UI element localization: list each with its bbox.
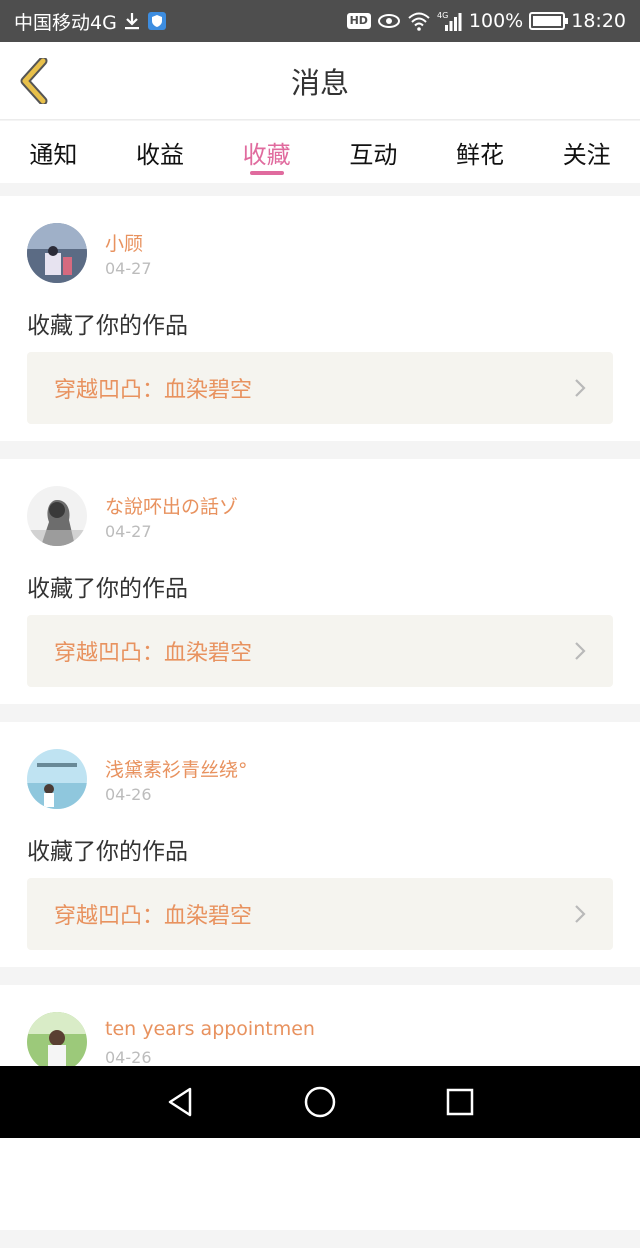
top-app-bar: 消息 bbox=[0, 42, 640, 120]
username[interactable]: な說吥出の話ゾ bbox=[105, 492, 238, 519]
active-tab-indicator bbox=[249, 171, 284, 175]
action-text: 收藏了你的作品 bbox=[27, 839, 188, 865]
tab-flowers[interactable]: 鲜花 bbox=[427, 121, 534, 183]
tab-earnings[interactable]: 收益 bbox=[107, 121, 214, 183]
work-link[interactable]: 穿越凹凸：血染碧空 bbox=[27, 615, 613, 687]
avatar[interactable] bbox=[27, 486, 87, 546]
signal-icon: 4G bbox=[437, 10, 463, 32]
category-tabs: 通知 收益 收藏 互动 鲜花 关注 bbox=[0, 121, 640, 183]
work-link[interactable]: 穿越凹凸：血染碧空 bbox=[27, 878, 613, 950]
tab-label: 收藏 bbox=[242, 140, 291, 169]
avatar[interactable] bbox=[27, 749, 87, 809]
eye-icon bbox=[377, 13, 401, 29]
back-triangle-icon[interactable] bbox=[150, 1072, 210, 1132]
chevron-right-icon bbox=[573, 640, 587, 662]
username[interactable]: ten years appointmen bbox=[105, 1018, 315, 1040]
carrier-label: 中国移动4G bbox=[14, 11, 117, 34]
wifi-icon bbox=[407, 11, 431, 31]
message-date: 04-27 bbox=[105, 259, 152, 278]
system-navigation-bar bbox=[0, 1066, 640, 1138]
work-title: 穿越凹凸：血染碧空 bbox=[54, 904, 253, 929]
battery-icon bbox=[529, 12, 569, 30]
avatar[interactable] bbox=[27, 1012, 87, 1072]
message-date: 04-27 bbox=[105, 522, 152, 541]
status-left: 中国移动4G bbox=[14, 8, 167, 35]
tab-label: 收益 bbox=[136, 140, 184, 169]
chevron-right-icon bbox=[573, 377, 587, 399]
chevron-left-icon bbox=[20, 58, 48, 104]
hd-icon: HD bbox=[346, 13, 371, 29]
download-icon bbox=[123, 11, 141, 31]
username[interactable]: 浅黛素衫青丝绕° bbox=[105, 755, 248, 782]
shield-icon bbox=[147, 11, 167, 31]
page-title: 消息 bbox=[290, 65, 349, 100]
svg-text:4G: 4G bbox=[437, 11, 448, 20]
action-text: 收藏了你的作品 bbox=[27, 576, 188, 602]
message-date: 04-26 bbox=[105, 1048, 152, 1067]
work-link[interactable]: 穿越凹凸：血染碧空 bbox=[27, 352, 613, 424]
tab-following[interactable]: 关注 bbox=[533, 121, 640, 183]
tab-notifications[interactable]: 通知 bbox=[0, 121, 107, 183]
chevron-right-icon bbox=[573, 903, 587, 925]
avatar[interactable] bbox=[27, 223, 87, 283]
work-title: 穿越凹凸：血染碧空 bbox=[54, 378, 253, 403]
tab-label: 互动 bbox=[349, 140, 398, 169]
username[interactable]: 小顾 bbox=[105, 229, 143, 256]
clock: 18:20 bbox=[571, 10, 626, 32]
status-right: HD 4G 100% 18:20 bbox=[346, 10, 626, 32]
recents-square-icon[interactable] bbox=[430, 1072, 490, 1132]
back-button[interactable] bbox=[14, 57, 54, 105]
list-item: 浅黛素衫青丝绕° 04-26 收藏了你的作品 穿越凹凸：血染碧空 bbox=[0, 722, 640, 967]
battery-percent: 100% bbox=[468, 10, 524, 32]
list-item: な說吥出の話ゾ 04-27 收藏了你的作品 穿越凹凸：血染碧空 bbox=[0, 459, 640, 704]
work-title: 穿越凹凸：血染碧空 bbox=[54, 641, 253, 666]
list-item: 小顾 04-27 收藏了你的作品 穿越凹凸：血染碧空 bbox=[0, 196, 640, 441]
action-text: 收藏了你的作品 bbox=[27, 313, 188, 339]
tab-label: 鲜花 bbox=[456, 140, 505, 169]
tab-interactions[interactable]: 互动 bbox=[320, 121, 427, 183]
status-bar: 中国移动4G HD 4G 100% 18:20 bbox=[0, 0, 640, 42]
home-circle-icon[interactable] bbox=[290, 1072, 350, 1132]
tab-label: 关注 bbox=[562, 140, 611, 169]
tab-favorites[interactable]: 收藏 bbox=[213, 121, 320, 183]
message-date: 04-26 bbox=[105, 785, 152, 804]
tab-label: 通知 bbox=[29, 140, 78, 169]
